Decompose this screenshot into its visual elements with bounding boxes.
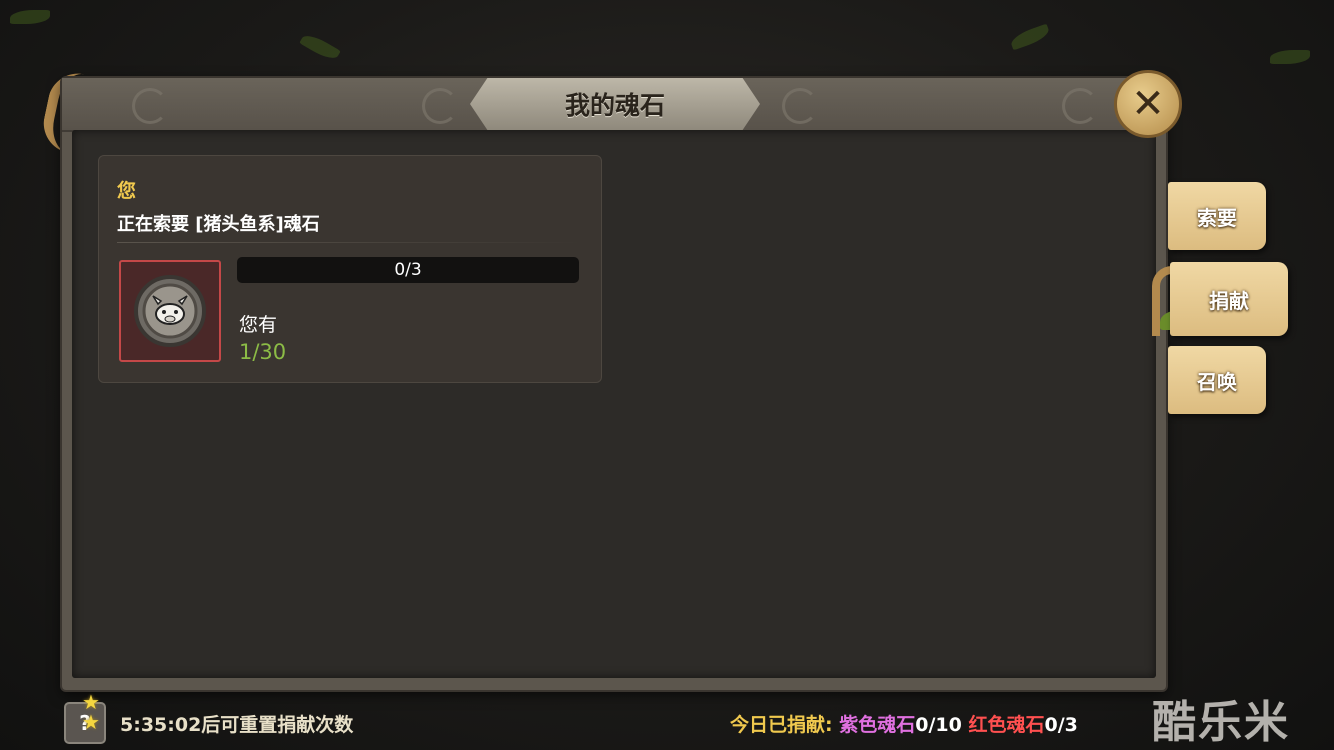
- window-title: 我的魂石: [564, 91, 665, 120]
- divider: [117, 242, 583, 243]
- tab-request-label: 索要: [1197, 205, 1237, 230]
- red-stone-label: 红色魂石: [968, 714, 1045, 736]
- background-leaf: [1270, 50, 1310, 64]
- window-header: 我的魂石: [62, 78, 1166, 132]
- purple-stone-label: 紫色魂石: [839, 714, 916, 736]
- progress-text: 0/3: [394, 260, 422, 280]
- title-plate: 我的魂石: [470, 78, 760, 130]
- close-x-icon: ✕: [1131, 81, 1165, 127]
- own-value: 1/30: [239, 340, 287, 364]
- swirl-ornament-icon: [782, 88, 818, 124]
- swirl-ornament-icon: [1062, 88, 1098, 124]
- swirl-ornament-icon: [132, 88, 168, 124]
- close-button[interactable]: ✕: [1114, 70, 1182, 138]
- purple-stone-count: 0/10: [915, 714, 962, 736]
- today-label: 今日已捐献:: [730, 714, 833, 736]
- request-progress-bar: 0/3: [237, 257, 579, 283]
- boar-soulstone-icon: [134, 275, 206, 347]
- tab-donate-label: 捐献: [1209, 288, 1249, 313]
- background-leaf: [299, 30, 341, 64]
- tab-donate[interactable]: 捐献: [1170, 262, 1288, 336]
- request-card: 您 正在索要 [猪头鱼系]魂石 0/3 您有 1/30: [98, 155, 602, 383]
- background-leaf: [1008, 23, 1052, 51]
- swirl-ornament-icon: [422, 88, 458, 124]
- tab-summon[interactable]: 召唤: [1168, 346, 1266, 414]
- soulstone-slot[interactable]: [119, 260, 221, 362]
- requester-name: 您: [117, 180, 137, 202]
- tab-summon-label: 召唤: [1197, 369, 1237, 394]
- red-stone-count: 0/3: [1044, 714, 1078, 736]
- star-icon: ★ ★: [82, 690, 100, 734]
- today-donation-summary: 今日已捐献: 紫色魂石0/10 红色魂石0/3: [730, 710, 1078, 737]
- tab-request[interactable]: 索要: [1168, 182, 1266, 250]
- reset-timer: 5:35:02后可重置捐献次数: [120, 714, 354, 736]
- request-message: 正在索要 [猪头鱼系]魂石: [117, 214, 320, 235]
- background-leaf: [10, 10, 50, 24]
- own-label: 您有: [239, 314, 278, 336]
- watermark: 酷乐米: [1152, 697, 1290, 748]
